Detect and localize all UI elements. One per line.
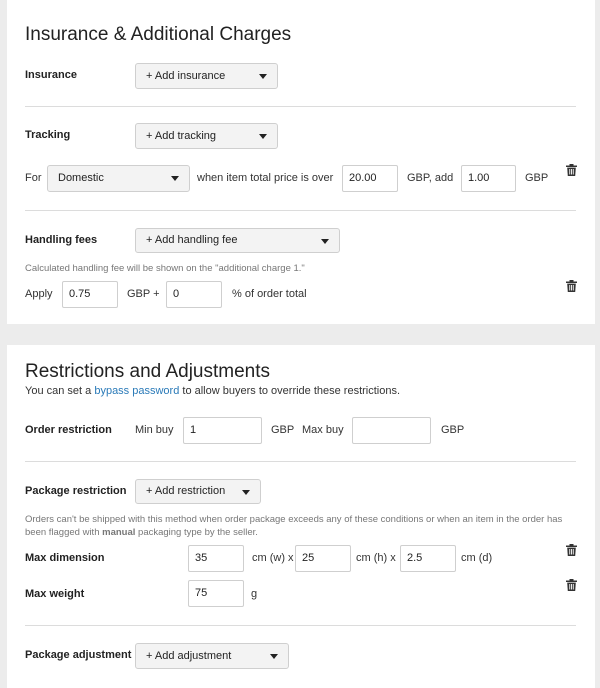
- add-adjustment-label: + Add adjustment: [146, 650, 232, 662]
- add-restriction-label: + Add restriction: [146, 485, 226, 497]
- handling-fixed-input[interactable]: 0.75: [62, 281, 118, 308]
- depth-input[interactable]: 2.5: [400, 545, 456, 572]
- region-select[interactable]: Domestic: [47, 165, 190, 192]
- divider: [25, 461, 576, 462]
- package-restriction-note: Orders can't be shipped with this method…: [25, 513, 575, 539]
- weight-unit: g: [251, 588, 258, 600]
- region-select-value: Domestic: [58, 172, 104, 184]
- add-insurance-button[interactable]: + Add insurance: [135, 63, 278, 89]
- section-subtitle: You can set a bypass password to allow b…: [25, 385, 400, 397]
- caret-down-icon: [270, 654, 278, 659]
- tracking-label: Tracking: [25, 129, 71, 141]
- max-weight-label: Max weight: [25, 588, 85, 600]
- max-buy-label: Max buy: [302, 424, 344, 436]
- max-buy-currency: GBP: [441, 424, 465, 436]
- weight-input[interactable]: 75: [188, 580, 244, 607]
- add-handling-fee-button[interactable]: + Add handling fee: [135, 228, 340, 253]
- handling-currency-plus-text: GBP +: [127, 288, 160, 300]
- height-unit: cm (h) x: [356, 552, 396, 564]
- divider: [25, 625, 576, 626]
- trash-icon[interactable]: [566, 280, 577, 292]
- max-dimension-label: Max dimension: [25, 552, 105, 564]
- note-part2: packaging type by the seller.: [138, 527, 258, 538]
- add-restriction-button[interactable]: + Add restriction: [135, 479, 261, 504]
- divider: [25, 106, 576, 107]
- min-buy-label: Min buy: [135, 424, 174, 436]
- min-buy-input[interactable]: 1: [183, 417, 262, 444]
- width-input[interactable]: 35: [188, 545, 244, 572]
- caret-down-icon: [321, 239, 329, 244]
- handling-percent-input[interactable]: 0: [166, 281, 222, 308]
- trash-icon[interactable]: [566, 579, 577, 591]
- handling-percent-text: % of order total: [232, 288, 307, 300]
- restrictions-panel: Restrictions and Adjustments You can set…: [7, 345, 595, 688]
- caret-down-icon: [259, 134, 267, 139]
- handling-fees-label: Handling fees: [25, 234, 98, 246]
- apply-label: Apply: [25, 288, 53, 300]
- min-buy-currency: GBP: [271, 424, 295, 436]
- add-tracking-label: + Add tracking: [146, 130, 217, 142]
- caret-down-icon: [171, 176, 179, 181]
- order-restriction-label: Order restriction: [25, 424, 112, 436]
- depth-unit: cm (d): [461, 552, 493, 564]
- tracking-add-input[interactable]: 1.00: [461, 165, 516, 192]
- caret-down-icon: [259, 74, 267, 79]
- caret-down-icon: [242, 490, 250, 495]
- max-buy-input[interactable]: [352, 417, 431, 444]
- handling-fee-note: Calculated handling fee will be shown on…: [25, 263, 305, 274]
- width-unit: cm (w) x: [252, 552, 294, 564]
- tracking-currency-text: GBP: [525, 172, 549, 184]
- for-label: For: [25, 172, 42, 184]
- note-bold: manual: [102, 527, 136, 538]
- subtitle-suffix: to allow buyers to override these restri…: [182, 385, 401, 397]
- tracking-threshold-input[interactable]: 20.00: [342, 165, 398, 192]
- package-restriction-label: Package restriction: [25, 485, 127, 497]
- add-tracking-button[interactable]: + Add tracking: [135, 123, 278, 149]
- divider: [25, 210, 576, 211]
- tracking-currency-add-text: GBP, add: [407, 172, 454, 184]
- trash-icon[interactable]: [566, 164, 577, 176]
- add-insurance-label: + Add insurance: [146, 70, 226, 82]
- insurance-label: Insurance: [25, 69, 77, 81]
- trash-icon[interactable]: [566, 544, 577, 556]
- section-title: Insurance & Additional Charges: [25, 24, 292, 45]
- height-input[interactable]: 25: [295, 545, 351, 572]
- insurance-charges-panel: Insurance & Additional Charges Insurance…: [7, 0, 595, 324]
- package-adjustment-label: Package adjustment: [25, 649, 132, 661]
- add-handling-fee-label: + Add handling fee: [146, 234, 238, 246]
- section-title: Restrictions and Adjustments: [25, 361, 271, 382]
- bypass-password-link[interactable]: bypass password: [94, 385, 179, 397]
- add-adjustment-button[interactable]: + Add adjustment: [135, 643, 289, 669]
- tracking-condition-text: when item total price is over: [197, 172, 334, 184]
- subtitle-prefix: You can set a: [25, 385, 92, 397]
